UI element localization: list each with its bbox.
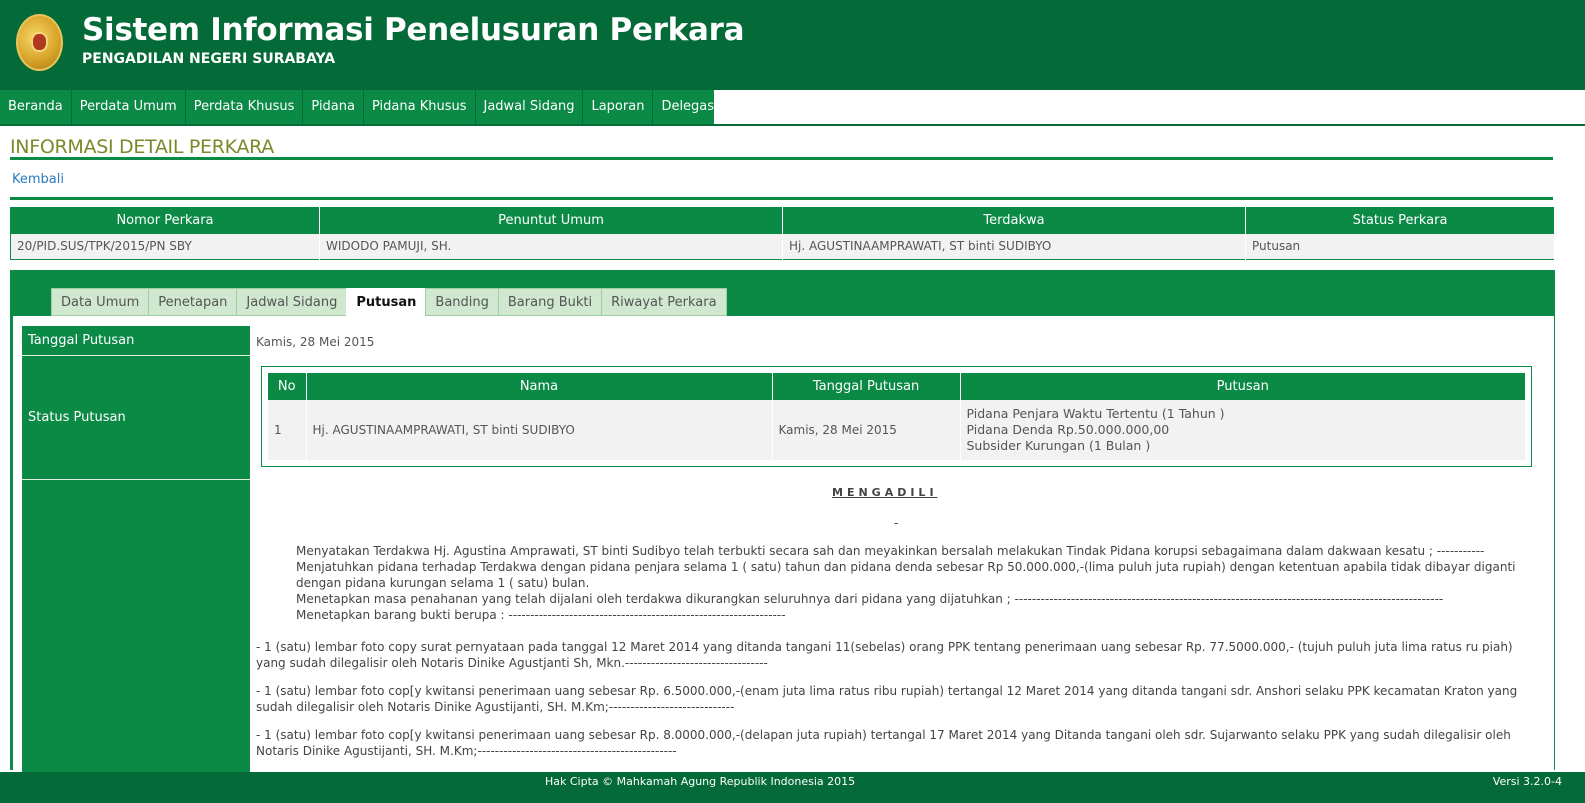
site-header: Sistem Informasi Penelusuran Perkara PEN… [0, 0, 1585, 90]
table-row: 20/PID.SUS/TPK/2015/PN SBY WIDODO PAMUJI… [10, 233, 1555, 260]
tab-barang-bukti[interactable]: Barang Bukti [497, 288, 602, 316]
copyright-text: Hak Cipta © Mahkamah Agung Republik Indo… [545, 775, 856, 788]
column-header: Nomor Perkara [10, 207, 320, 234]
back-link[interactable]: Kembali [12, 172, 64, 187]
evidence-list: - 1 (satu) lembar foto copy surat pernya… [256, 639, 1540, 759]
site-footer: Hak Cipta © Mahkamah Agung Republik Indo… [0, 772, 1585, 803]
column-header: No [268, 373, 307, 400]
evidence-item: - 1 (satu) lembar foto cop[y kwitansi pe… [256, 684, 1518, 714]
tab-penetapan[interactable]: Penetapan [148, 288, 237, 316]
mengadili-heading: MENGADILI [832, 486, 938, 499]
main-nav: Beranda Perdata Umum Perdata Khusus Pida… [0, 90, 1585, 126]
version-text: Versi 3.2.0-4 [1492, 775, 1562, 788]
verdict-item: Menjatuhkan pidana terhadap Terdakwa den… [296, 559, 1540, 591]
nav-item-perdata-khusus[interactable]: Perdata Khusus [185, 90, 304, 124]
evidence-item: - 1 (satu) lembar foto copy surat pernya… [256, 640, 1513, 670]
case-number: 20/PID.SUS/TPK/2015/PN SBY [10, 233, 320, 260]
site-subtitle: PENGADILAN NEGERI SURABAYA [82, 51, 336, 67]
case-status: Putusan [1245, 233, 1555, 260]
verdict-item: Menyatakan Terdakwa Hj. Agustina Amprawa… [296, 543, 1540, 559]
divider [10, 197, 1553, 200]
column-header: Putusan [960, 373, 1526, 400]
evidence-item: - 1 (satu) lembar foto cop[y kwitansi pe… [256, 728, 1511, 758]
verdict-item: Menetapkan barang bukti berupa : -------… [296, 607, 1540, 623]
column-header: Nama [306, 373, 773, 400]
tab-data-umum[interactable]: Data Umum [51, 288, 149, 316]
verdict-summary: Pidana Penjara Waktu Tertentu (1 Tahun )… [960, 400, 1526, 460]
row-number: 1 [268, 400, 307, 460]
nav-item-perdata-umum[interactable]: Perdata Umum [71, 90, 186, 124]
site-title: Sistem Informasi Penelusuran Perkara [82, 12, 745, 48]
tanggal-putusan-label: Tanggal Putusan [22, 326, 250, 356]
detail-tabs: Data Umum Penetapan Jadwal Sidang Putusa… [51, 288, 727, 316]
nav-item-beranda[interactable]: Beranda [0, 90, 72, 124]
nav-item-pidana[interactable]: Pidana [303, 90, 364, 124]
column-header: Penuntut Umum [319, 207, 783, 234]
verdict-item: Menetapkan masa penahanan yang telah dij… [296, 591, 1540, 607]
verdict-line: Pidana Penjara Waktu Tertentu (1 Tahun ) [966, 406, 1225, 421]
verdict-date: Kamis, 28 Mei 2015 [772, 400, 961, 460]
column-header: Tanggal Putusan [772, 373, 961, 400]
nav-item-laporan[interactable]: Laporan [583, 90, 654, 124]
divider [10, 157, 1553, 160]
tab-riwayat-perkara[interactable]: Riwayat Perkara [601, 288, 727, 316]
tab-banding[interactable]: Banding [425, 288, 498, 316]
page-title: INFORMASI DETAIL PERKARA [10, 136, 275, 158]
defendant-name: Hj. AGUSTINAAMPRAWATI, ST binti SUDIBYO [306, 400, 773, 460]
verdict-text: Menyatakan Terdakwa Hj. Agustina Amprawa… [256, 543, 1540, 771]
case-summary-table: Nomor Perkara Penuntut Umum Terdakwa Sta… [10, 207, 1555, 260]
separator-dash: - [894, 516, 899, 530]
table-row: 1 Hj. AGUSTINAAMPRAWATI, ST binti SUDIBY… [268, 400, 1526, 460]
verdict-line: Pidana Denda Rp.50.000.000,00 [966, 422, 1170, 437]
tab-jadwal-sidang[interactable]: Jadwal Sidang [236, 288, 347, 316]
nav-item-pidana-khusus[interactable]: Pidana Khusus [363, 90, 476, 124]
defendant: Hj. AGUSTINAAMPRAWATI, ST binti SUDIBYO [782, 233, 1246, 260]
tab-putusan[interactable]: Putusan [346, 288, 426, 316]
column-header: Terdakwa [782, 207, 1246, 234]
tanggal-putusan-value: Kamis, 28 Mei 2015 [256, 335, 375, 349]
status-putusan-label: Status Putusan [22, 356, 250, 480]
verdict-line: Subsider Kurungan (1 Bulan ) [966, 438, 1151, 453]
court-emblem-icon [16, 14, 63, 71]
status-putusan-table: No Nama Tanggal Putusan Putusan 1 Hj. AG… [268, 373, 1526, 460]
prosecutor: WIDODO PAMUJI, SH. [319, 233, 783, 260]
nav-item-jadwal-sidang[interactable]: Jadwal Sidang [475, 90, 584, 124]
column-header: Status Perkara [1245, 207, 1555, 234]
